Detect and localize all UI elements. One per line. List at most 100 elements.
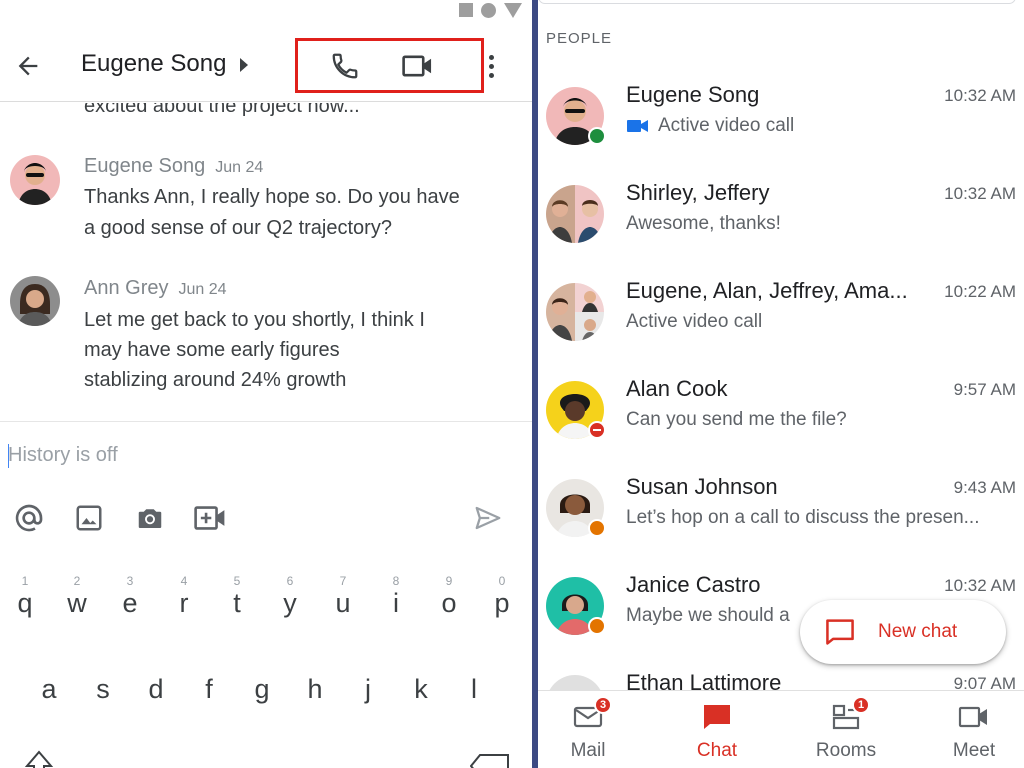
bottom-navigation: 3 Mail Chat 1 Rooms Meet <box>538 690 1024 768</box>
key-t[interactable]: 5t <box>215 574 259 619</box>
key-q[interactable]: 1q <box>3 574 47 619</box>
search-bar[interactable] <box>538 0 1016 4</box>
back-button[interactable] <box>12 50 44 82</box>
key-g[interactable]: g <box>240 674 284 705</box>
key-l[interactable]: l <box>452 674 496 705</box>
camera-button[interactable] <box>132 500 168 536</box>
chat-row-group[interactable]: Eugene, Alan, Jeffrey, Ama... 10:22 AM A… <box>538 278 1024 381</box>
nav-label: Mail <box>570 740 606 761</box>
more-options-button[interactable] <box>480 48 502 84</box>
key-u[interactable]: 7u <box>321 574 365 619</box>
group-avatar <box>546 283 604 341</box>
chat-name: Alan Cook <box>626 376 728 401</box>
chat-name: Shirley, Jeffery <box>626 180 770 205</box>
add-image-button[interactable] <box>71 500 107 536</box>
section-label: PEOPLE <box>546 30 613 47</box>
call-actions-highlight <box>295 38 484 93</box>
add-video-call-button[interactable] <box>192 500 228 536</box>
system-navigation <box>459 0 522 20</box>
recents-icon[interactable] <box>459 3 473 17</box>
key-f[interactable]: f <box>187 674 231 705</box>
chat-time: 9:43 AM <box>953 478 1016 497</box>
new-chat-icon <box>826 619 854 645</box>
add-video-icon <box>194 506 225 530</box>
phone-icon <box>332 53 358 79</box>
composer-toolbar <box>0 496 532 540</box>
message-text-line: may have some early figures <box>84 339 340 361</box>
chat-list-pane: PEOPLE Eugene Song 10:32 AM Active video… <box>538 0 1024 768</box>
mail-badge: 3 <box>594 696 612 714</box>
chat-name: Eugene Song <box>626 82 760 107</box>
nav-mail[interactable]: 3 Mail <box>538 691 638 768</box>
key-d[interactable]: d <box>134 674 178 705</box>
message-list[interactable]: excited about the project now... Eugene … <box>0 103 532 421</box>
nav-label: Chat <box>696 740 738 761</box>
key-r[interactable]: 4r <box>162 574 206 619</box>
message-composer <box>0 421 532 491</box>
new-chat-button[interactable]: New chat <box>800 600 1006 664</box>
send-button[interactable] <box>470 500 506 536</box>
mention-button[interactable] <box>11 500 47 536</box>
nav-rooms[interactable]: 1 Rooms <box>796 691 896 768</box>
online-status-icon <box>588 127 606 145</box>
voice-call-button[interactable] <box>325 48 365 84</box>
chat-preview: Can you send me the file? <box>626 409 847 430</box>
key-h[interactable]: h <box>293 674 337 705</box>
at-icon <box>15 504 43 532</box>
chat-title[interactable]: Eugene Song <box>81 50 226 78</box>
send-icon <box>475 506 501 530</box>
arrow-left-icon <box>18 56 38 76</box>
key-p[interactable]: 0p <box>480 574 524 619</box>
meet-icon <box>958 701 990 733</box>
shift-key[interactable] <box>24 750 54 768</box>
key-s[interactable]: s <box>81 674 125 705</box>
chat-icon <box>701 701 733 733</box>
nav-meet[interactable]: Meet <box>924 691 1024 768</box>
chat-name: Eugene, Alan, Jeffrey, Ama... <box>626 278 908 303</box>
video-icon <box>627 120 648 132</box>
key-o[interactable]: 9o <box>427 574 471 619</box>
chat-row-alan[interactable]: Alan Cook 9:57 AM Can you send me the fi… <box>538 376 1024 479</box>
key-e[interactable]: 3e <box>108 574 152 619</box>
key-w[interactable]: 2w <box>55 574 99 619</box>
chat-time: 10:32 AM <box>944 184 1016 203</box>
message-sender: Eugene Song Jun 24 <box>84 155 264 177</box>
chat-header: Eugene Song <box>0 28 532 102</box>
away-clock-icon <box>588 519 606 537</box>
new-chat-label: New chat <box>878 621 958 642</box>
message-text-line: Let me get back to you shortly, I think … <box>84 309 425 331</box>
home-icon[interactable] <box>481 2 496 18</box>
chat-time: 10:22 AM <box>944 282 1016 301</box>
avatar-eugene[interactable] <box>10 155 60 205</box>
nav-label: Rooms <box>815 740 877 761</box>
key-a[interactable]: a <box>27 674 71 705</box>
chat-row-shirley-jeffery[interactable]: Shirley, Jeffery 10:32 AM Awesome, thank… <box>538 180 1024 283</box>
caret-right-icon[interactable] <box>240 58 248 72</box>
avatar-ann[interactable] <box>10 276 60 326</box>
chat-preview: Maybe we should a <box>626 605 790 626</box>
key-i[interactable]: 8i <box>374 574 418 619</box>
nav-chat[interactable]: Chat <box>667 691 767 768</box>
key-j[interactable]: j <box>346 674 390 705</box>
back-triangle-icon[interactable] <box>504 2 522 18</box>
chat-name: Janice Castro <box>626 572 761 597</box>
previous-message-text: excited about the project now... <box>84 103 360 117</box>
message-date: Jun 24 <box>178 281 227 298</box>
chat-row-eugene[interactable]: Eugene Song 10:32 AM Active video call <box>538 82 1024 185</box>
chat-preview: Active video call <box>626 115 794 137</box>
video-call-button[interactable] <box>398 48 438 84</box>
chat-name: Susan Johnson <box>626 474 778 499</box>
key-k[interactable]: k <box>399 674 443 705</box>
chat-preview: Active video call <box>626 311 763 332</box>
image-icon <box>76 505 102 531</box>
onscreen-keyboard: 1q 2w 3e 4r 5t 6y 7u 8i 9o 0p a s d f g … <box>0 570 532 768</box>
chat-row-susan[interactable]: Susan Johnson 9:43 AM Let’s hop on a cal… <box>538 474 1024 577</box>
backspace-key[interactable] <box>470 754 510 768</box>
chat-time: 9:57 AM <box>953 380 1016 399</box>
message-input[interactable] <box>8 440 468 470</box>
message-text-line: Thanks Ann, I really hope so. Do you hav… <box>84 186 460 208</box>
camera-icon <box>138 509 162 528</box>
key-y[interactable]: 6y <box>268 574 312 619</box>
chat-time: 10:32 AM <box>944 86 1016 105</box>
message-text-line: stablizing around 24% growth <box>84 369 347 391</box>
